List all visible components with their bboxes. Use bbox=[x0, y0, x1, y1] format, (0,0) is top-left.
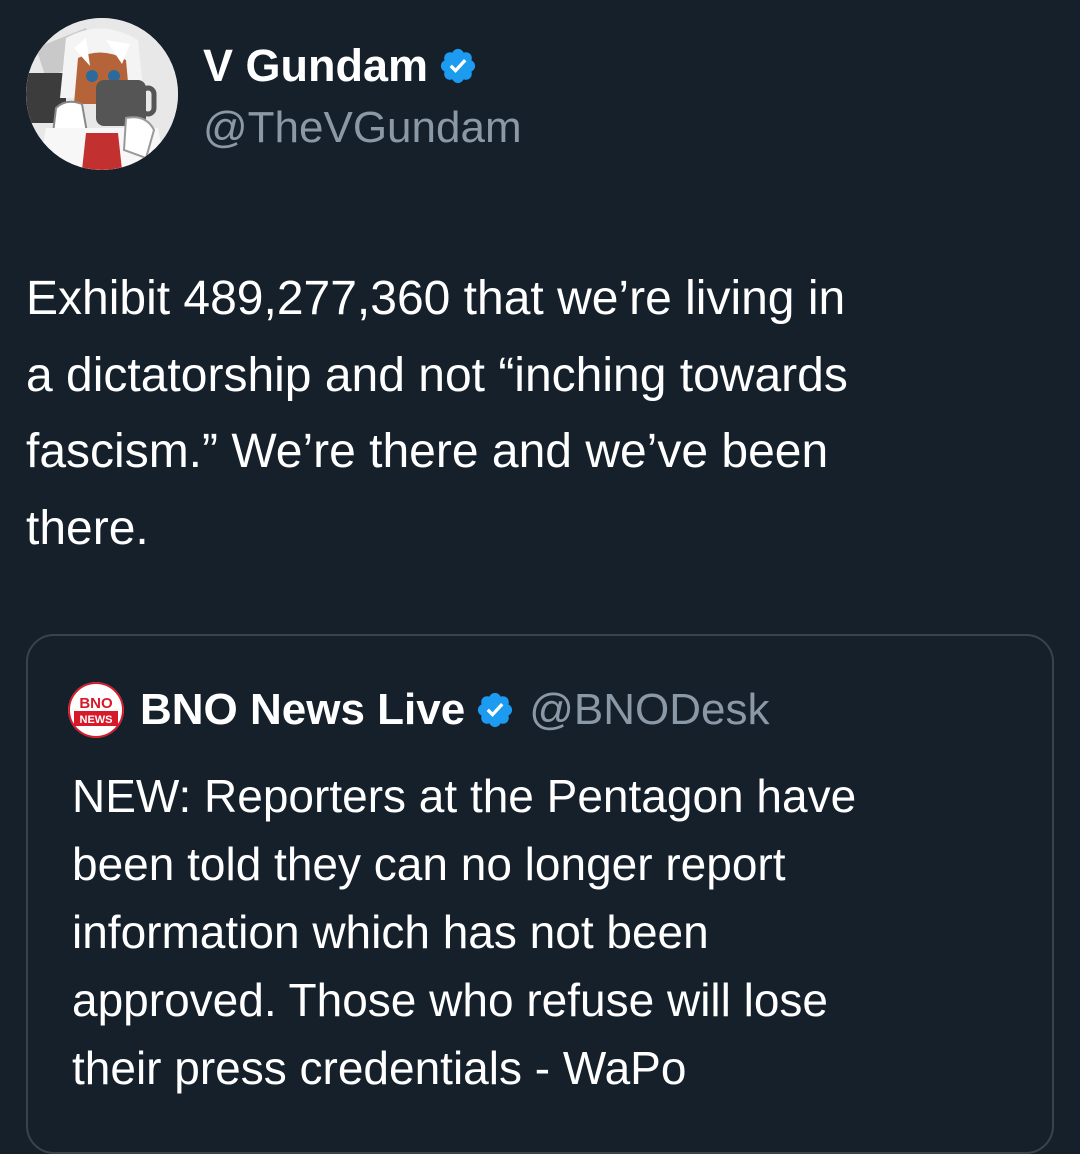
verified-badge-icon bbox=[438, 46, 478, 86]
tweet-text-line: there. bbox=[26, 501, 149, 555]
quoted-text-line: information which has not been bbox=[72, 906, 709, 958]
quoted-text-line: their press credentials - WaPo bbox=[72, 1042, 687, 1094]
tweet-text: Exhibit 489,277,360 that we’re living in… bbox=[26, 261, 1066, 567]
author-avatar[interactable] bbox=[26, 18, 178, 170]
author-handle[interactable]: @TheVGundam bbox=[203, 100, 522, 156]
quoted-tweet-card[interactable]: BNO NEWS BNO News Live @BNODesk NEW: Rep… bbox=[26, 634, 1054, 1154]
quoted-text-line: been told they can no longer report bbox=[72, 838, 786, 890]
tweet-text-line: fascism.” We’re there and we’ve been bbox=[26, 425, 829, 478]
tweet: V Gundam @TheVGundam Exhibit 489,277,360… bbox=[0, 0, 1080, 1154]
bno-logo-text-bottom: NEWS bbox=[80, 714, 113, 726]
verified-badge-icon bbox=[475, 690, 515, 730]
tweet-text-line: Exhibit 489,277,360 that we’re living in bbox=[26, 272, 846, 325]
quoted-tweet-header: BNO NEWS BNO News Live @BNODesk bbox=[68, 682, 769, 738]
quoted-author-name[interactable]: BNO News Live bbox=[140, 682, 465, 738]
bno-logo-text-top: BNO bbox=[79, 695, 113, 712]
quoted-text-line: NEW: Reporters at the Pentagon have bbox=[72, 770, 857, 822]
quoted-author-handle[interactable]: @BNODesk bbox=[529, 682, 769, 738]
bno-news-logo[interactable]: BNO NEWS bbox=[68, 682, 124, 738]
quoted-text-line: approved. Those who refuse will lose bbox=[72, 974, 829, 1026]
avatar-image bbox=[26, 18, 178, 170]
author-name-row: V Gundam bbox=[203, 38, 478, 94]
quoted-tweet-text: NEW: Reporters at the Pentagon have been… bbox=[72, 762, 1032, 1102]
tweet-text-line: a dictatorship and not “inching towards bbox=[26, 348, 848, 402]
author-name[interactable]: V Gundam bbox=[203, 38, 428, 94]
